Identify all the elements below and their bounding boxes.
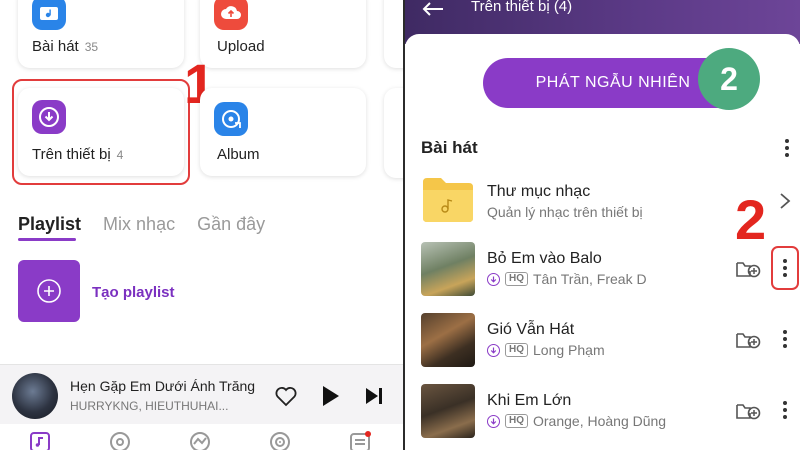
tab-recent[interactable]: Gần đây xyxy=(197,214,265,235)
song-more-icon[interactable] xyxy=(777,397,793,423)
tile-album[interactable]: Album xyxy=(200,88,366,176)
song-artwork xyxy=(421,313,475,367)
tab-mix[interactable]: Mix nhạc xyxy=(103,214,175,235)
hq-badge: HQ xyxy=(505,343,528,357)
profile-nav-icon[interactable] xyxy=(348,430,372,450)
mini-player[interactable]: Hẹn Gặp Em Dưới Ánh Trăng HURRYKNG, HIEU… xyxy=(0,364,403,424)
cloud-upload-icon xyxy=(214,0,248,30)
now-playing-artwork xyxy=(12,373,58,419)
downloaded-icon xyxy=(487,343,500,357)
play-icon[interactable] xyxy=(316,382,344,410)
hq-badge: HQ xyxy=(505,272,528,286)
chevron-right-icon[interactable] xyxy=(779,192,791,210)
tile-upload-label: Upload xyxy=(217,38,265,55)
library-tabs: Playlist Mix nhạc Gần đây xyxy=(18,214,265,235)
song-title: Khi Em Lớn xyxy=(487,392,572,409)
song-artist: Long Phạm xyxy=(533,342,605,358)
tab-active-underline xyxy=(18,238,76,241)
song-artist: Orange, Hoàng Dũng xyxy=(533,413,667,429)
song-artist: Tân Trần, Freak D xyxy=(533,271,647,287)
folder-title: Thư mục nhạc xyxy=(487,183,591,200)
tile-more-2[interactable] xyxy=(384,88,403,178)
song-more-icon[interactable] xyxy=(777,326,793,352)
tile-album-label: Album xyxy=(217,146,260,163)
chart-nav-icon[interactable] xyxy=(188,430,212,450)
song-meta: HQ Long Phạm xyxy=(487,342,605,358)
song-artwork xyxy=(421,384,475,438)
tile-more[interactable] xyxy=(384,0,403,68)
library-screen: Bài hát 35 Upload Trên thiết bị 4 1 Albu… xyxy=(0,0,403,450)
discover-nav-icon[interactable] xyxy=(108,430,132,450)
song-artwork xyxy=(421,242,475,296)
music-folder-icon xyxy=(32,0,66,30)
add-to-playlist-icon[interactable] xyxy=(735,400,761,422)
create-playlist-label[interactable]: Tạo playlist xyxy=(92,284,175,301)
heart-icon[interactable] xyxy=(272,382,300,410)
add-to-playlist-icon[interactable] xyxy=(735,329,761,351)
folder-subtitle: Quản lý nhạc trên thiết bị xyxy=(487,204,643,220)
add-to-playlist-icon[interactable] xyxy=(735,258,761,280)
song-title: Gió Vẫn Hát xyxy=(487,321,575,338)
songs-section-title: Bài hát xyxy=(421,138,478,157)
downloaded-icon xyxy=(487,414,500,428)
tile-songs-label: Bài hát 35 xyxy=(32,38,99,55)
annotation-box-1 xyxy=(12,79,190,185)
header-title: Trên thiết bị (4) xyxy=(471,0,573,15)
create-playlist-button[interactable] xyxy=(18,260,80,322)
bottom-navigation xyxy=(0,424,403,450)
next-track-icon[interactable] xyxy=(360,382,388,410)
tile-upload[interactable]: Upload xyxy=(200,0,366,68)
back-arrow-icon[interactable] xyxy=(421,2,445,16)
song-more-icon[interactable] xyxy=(777,255,793,281)
song-meta: HQ Tân Trần, Freak D xyxy=(487,271,647,287)
annotation-number-2: 2 xyxy=(735,188,767,251)
on-device-screen: Trên thiết bị (4) PHÁT NGẪU NHIÊN 2 Bài … xyxy=(405,0,800,450)
screenshot-stage: Bài hát 35 Upload Trên thiết bị 4 1 Albu… xyxy=(0,0,800,450)
hq-badge: HQ xyxy=(505,414,528,428)
tile-songs[interactable]: Bài hát 35 xyxy=(18,0,184,68)
annotation-badge-2: 2 xyxy=(698,48,760,110)
now-playing-title: Hẹn Gặp Em Dưới Ánh Trăng xyxy=(70,378,256,394)
now-playing-artist: HURRYKNG, HIEUTHUHAI... xyxy=(70,399,229,413)
tab-playlist[interactable]: Playlist xyxy=(18,214,81,235)
album-icon xyxy=(214,102,248,136)
library-nav-icon[interactable] xyxy=(28,430,52,450)
radio-nav-icon[interactable] xyxy=(268,430,292,450)
downloaded-icon xyxy=(487,272,500,286)
song-title: Bỏ Em vào Balo xyxy=(487,250,602,267)
section-more-icon[interactable] xyxy=(779,135,795,161)
folder-icon xyxy=(423,178,473,222)
song-meta: HQ Orange, Hoàng Dũng xyxy=(487,413,666,429)
plus-circle-icon xyxy=(37,279,61,303)
